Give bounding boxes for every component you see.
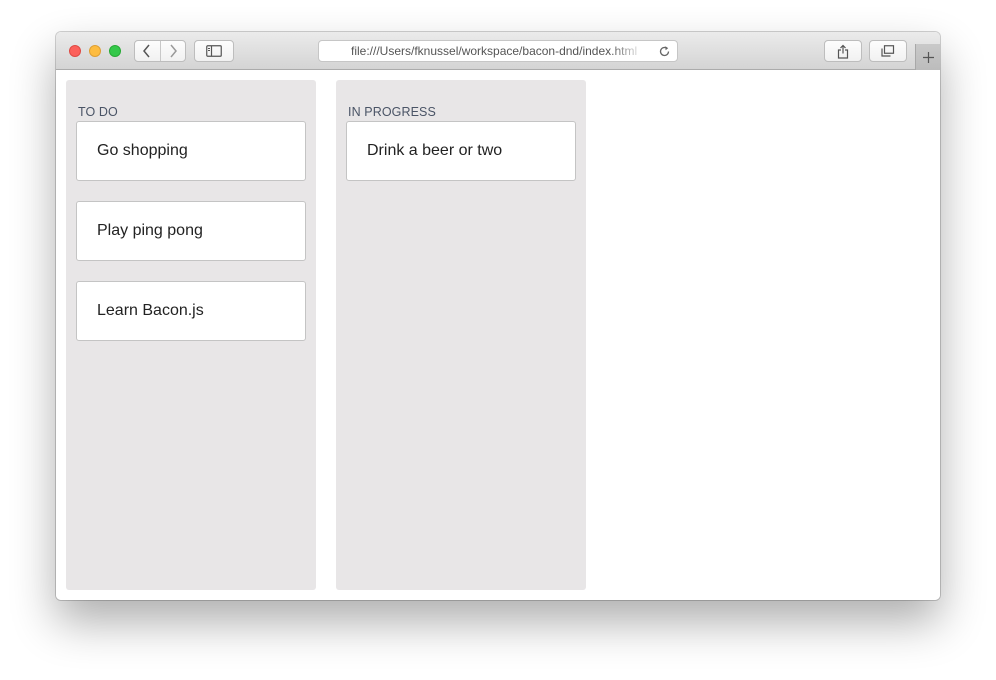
column-title: TO DO: [78, 105, 118, 119]
card[interactable]: Play ping pong: [76, 201, 306, 261]
window-minimize-button[interactable]: [89, 45, 101, 57]
sidebar-toggle-button[interactable]: [194, 40, 234, 62]
browser-window: file:///Users/fknussel/workspace/bacon-d…: [56, 32, 940, 600]
plus-icon: [922, 51, 934, 63]
window-close-button[interactable]: [69, 45, 81, 57]
column-todo[interactable]: TO DO Go shopping Play ping pong Learn B…: [66, 80, 316, 590]
chevron-left-icon: [143, 44, 150, 58]
column-title: IN PROGRESS: [348, 105, 436, 119]
card[interactable]: Learn Bacon.js: [76, 281, 306, 341]
browser-toolbar: file:///Users/fknussel/workspace/bacon-d…: [56, 32, 940, 70]
window-zoom-button[interactable]: [109, 45, 121, 57]
url-text: file:///Users/fknussel/workspace/bacon-d…: [351, 44, 638, 58]
new-tab-button[interactable]: [915, 44, 940, 70]
tabs-overview-icon: [881, 45, 895, 57]
show-all-tabs-button[interactable]: [869, 40, 907, 62]
chevron-right-icon: [170, 44, 177, 58]
navigation-buttons: [134, 40, 186, 62]
back-button[interactable]: [135, 41, 160, 61]
share-icon: [837, 44, 849, 59]
address-bar[interactable]: file:///Users/fknussel/workspace/bacon-d…: [318, 40, 678, 62]
forward-button[interactable]: [159, 41, 186, 61]
sidebar-icon: [206, 45, 222, 57]
reload-icon: [659, 45, 669, 56]
share-button[interactable]: [824, 40, 862, 62]
column-in-progress[interactable]: IN PROGRESS Drink a beer or two: [336, 80, 586, 590]
card[interactable]: Go shopping: [76, 121, 306, 181]
card[interactable]: Drink a beer or two: [346, 121, 576, 181]
page-content: TO DO Go shopping Play ping pong Learn B…: [56, 70, 940, 600]
reload-button[interactable]: [657, 44, 671, 58]
